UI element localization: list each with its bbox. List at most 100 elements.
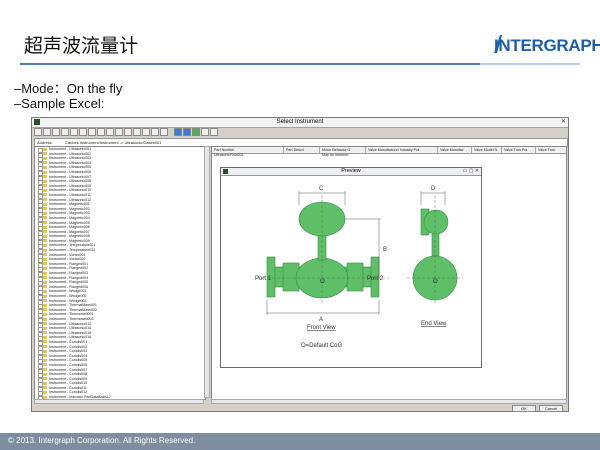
tree-item-label: Instrument - Coriolis010 (49, 381, 88, 386)
dialog-buttons: OK Cancel (34, 404, 566, 412)
tree-item-label: Instrument - Temperature002 (49, 248, 96, 253)
folder-icon (43, 331, 47, 335)
default-cog-label: O=Default CoG (301, 343, 343, 349)
toolbar-button-icon[interactable] (124, 128, 132, 136)
toolbar-button-icon[interactable] (142, 128, 150, 136)
window-close-icon[interactable]: ✕ (561, 119, 566, 126)
folder-icon (43, 289, 47, 293)
tree-item-label: Instrument - Ultrasonic006 (49, 169, 92, 174)
tree-item-label: Instrument - Vortex001 (49, 252, 86, 257)
window-title: Select Instrument (276, 119, 324, 125)
tree-item-label: Instrument - Ultrasonic016 (49, 335, 92, 340)
toolbar-button-icon[interactable] (160, 128, 168, 136)
folder-icon (43, 294, 47, 298)
toolbar-button-icon[interactable] (79, 128, 87, 136)
toolbar-button-icon[interactable] (97, 128, 105, 136)
tree-item-label: Instrument - Magnetic002 (49, 206, 90, 211)
toolbar-button-icon[interactable] (70, 128, 78, 136)
toolbar-button-icon[interactable] (106, 128, 114, 136)
folder-icon (43, 202, 47, 206)
window-titlebar: Select Instrument ✕ (32, 118, 568, 128)
grid-row[interactable]: UltrasonicFlow001 Map be mirrored (212, 153, 566, 158)
grid-cell (472, 153, 504, 158)
folder-icon (43, 156, 47, 160)
toolbar-button-icon[interactable] (115, 128, 123, 136)
tree-item-label: Instrument - Magnetic005 (49, 220, 90, 225)
dim-d-label: D (431, 186, 436, 192)
footer-bar: © 2013. Intergraph Corporation. All Righ… (0, 433, 600, 450)
folder-icon (43, 170, 47, 174)
folder-icon (43, 234, 47, 238)
forward-arrow-icon[interactable] (183, 128, 191, 136)
preview-drawing: C D B A O O Port 1 Port 2 Front View End… (255, 186, 463, 349)
preview-title: Preview (341, 168, 361, 174)
tree-item-label: Instrument - Coriolis006 (49, 362, 88, 367)
toolbar-button-icon[interactable] (133, 128, 141, 136)
filter-icon[interactable] (210, 128, 218, 136)
intergraph-logo: INTERGRAPH (494, 36, 600, 55)
back-arrow-icon[interactable] (174, 128, 182, 136)
folder-icon (43, 188, 47, 192)
tree-item-label: Instrument - ThermalMass001 (49, 303, 97, 308)
ok-button[interactable]: OK (512, 405, 536, 412)
tree-item-label: Instrument - Temperature001 (49, 243, 96, 248)
title-underline-light (480, 63, 580, 65)
folder-icon (43, 340, 47, 344)
toolbar-button-icon[interactable] (61, 128, 69, 136)
preview-window-controls-icon[interactable]: ▭ ▢ ✕ (463, 168, 479, 175)
tree-item-label: Instrument - Magnetic009 (49, 238, 90, 243)
folder-icon (43, 266, 47, 270)
properties-icon[interactable] (201, 128, 209, 136)
front-view-label: Front View (307, 325, 336, 331)
slide-title: 超声波流量计 (24, 35, 139, 57)
end-view-stem (431, 231, 440, 257)
tree-item-label: Instrument - Ultrasonic014 (49, 326, 92, 331)
tree-item-label: Instrument - Ultrasonic008 (49, 179, 92, 184)
title-underline (20, 63, 480, 65)
instrument-tree[interactable]: Instrument - Ultrasonic001 Instrument - U… (34, 146, 206, 400)
tree-item-label: Instrument - Ultrasonic001 (49, 147, 92, 151)
folder-icon (43, 165, 47, 169)
meter-right-hub (346, 262, 364, 292)
refresh-icon[interactable] (192, 128, 200, 136)
tree-item-label: Instrument - Coriolis008 (49, 372, 88, 377)
folder-icon (43, 216, 47, 220)
tree-item-label: Instrument - Coriolis007 (49, 367, 88, 372)
dim-c-label: C (319, 186, 324, 192)
address-value: Caches Instrument/Instrument -> Ultrason… (65, 140, 162, 145)
folder-icon (43, 358, 47, 362)
tree-item-label: Instrument - Coriolis011 (49, 385, 87, 390)
folder-icon (43, 386, 47, 390)
folder-icon (43, 211, 47, 215)
grid-cell: UltrasonicFlow001 (214, 153, 244, 157)
origin-front-label: O (320, 279, 325, 285)
folder-icon (43, 152, 47, 156)
toolbar-button-icon[interactable] (43, 128, 51, 136)
folder-icon (43, 276, 47, 280)
folder-icon (43, 193, 47, 197)
toolbar-button-icon[interactable] (151, 128, 159, 136)
tree-item-label: Instrument - Wedge001 (49, 289, 87, 294)
grid-cell (502, 153, 538, 158)
origin-end-label: O (433, 279, 438, 285)
tree-item-label: Instrument - Ultrasonic010 (49, 188, 92, 193)
tree-scrollbar[interactable] (204, 146, 210, 398)
cancel-button[interactable]: Cancel (539, 405, 563, 412)
tree-item-label: Instrument - Coriolis009 (49, 376, 88, 381)
tree-item-label: Instrument - Flanged004 (49, 275, 89, 280)
toolbar-button-icon[interactable] (88, 128, 96, 136)
folder-icon (43, 303, 47, 307)
tree-item-label: Instrument - Ultrasonic011 (49, 192, 91, 197)
toolbar-button-icon[interactable] (52, 128, 60, 136)
toolbar-button-icon[interactable] (34, 128, 42, 136)
folder-icon (43, 354, 47, 358)
folder-icon (43, 377, 47, 381)
tree-item-label: Instrument - Ultrasonic004 (49, 160, 92, 165)
folder-icon (43, 179, 47, 183)
bullet-mode: –Mode：On the fly (14, 81, 123, 96)
tree-item-label: Instrument - Ultrasonic013 (49, 321, 92, 326)
folder-icon (43, 326, 47, 330)
tree-item-label: Instrument - Flanged002 (49, 266, 89, 271)
tree-item-label: Instrument - Flanged001 (49, 261, 89, 266)
tree-item-label: Instrument - Thermowell001 (49, 312, 94, 317)
